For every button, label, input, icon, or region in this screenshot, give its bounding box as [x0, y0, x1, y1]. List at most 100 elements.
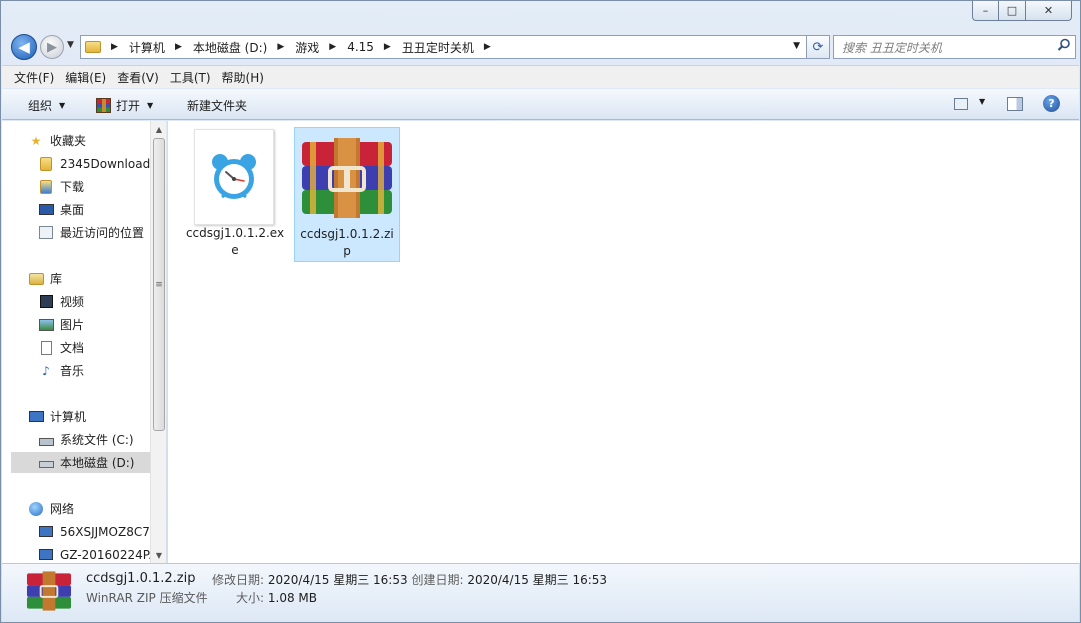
address-bar[interactable]: ▶ 计算机 ▶ 本地磁盘 (D:) ▶ 游戏 ▶ 4.15 ▶ 丑丑定时关机 ▶…	[80, 35, 807, 59]
scroll-up-arrow[interactable]: ▲	[151, 121, 166, 137]
menu-view[interactable]: 查看(V)	[112, 69, 164, 86]
preview-pane-icon[interactable]	[1007, 97, 1023, 111]
new-folder-label: 新建文件夹	[187, 99, 248, 113]
minimize-button[interactable]: –	[972, 1, 999, 21]
sidebar-item-music[interactable]: ♪ 音乐	[38, 360, 166, 381]
menu-edit[interactable]: 编辑(E)	[60, 69, 111, 86]
search-placeholder: 搜索 丑丑定时关机	[842, 40, 942, 55]
file-thumbnail	[300, 130, 394, 226]
forward-button[interactable]: ▶	[40, 35, 64, 59]
sidebar-item-2345downloads[interactable]: 2345Downloads	[38, 153, 166, 174]
nav-pane-scrollbar[interactable]: ▲ ≡ ▼	[150, 121, 166, 563]
breadcrumb-separator[interactable]: ▶	[384, 42, 391, 52]
breadcrumb-current-folder[interactable]: 丑丑定时关机	[402, 39, 474, 56]
help-icon[interactable]: ?	[1043, 95, 1060, 112]
sidebar-libraries[interactable]: 库	[28, 268, 166, 289]
breadcrumb-computer[interactable]: 计算机	[129, 39, 165, 56]
network-icon	[28, 501, 44, 516]
scroll-thumb[interactable]: ≡	[153, 138, 165, 431]
chevron-down-icon: ▼	[59, 101, 66, 110]
sidebar-item-label: 系统文件 (C:)	[60, 433, 134, 447]
details-size: 大小: 1.08 MB	[236, 589, 317, 606]
search-icon[interactable]	[1057, 38, 1071, 56]
sidebar-item-label: 图片	[60, 318, 85, 332]
menu-help[interactable]: 帮助(H)	[217, 69, 269, 86]
sidebar-computer[interactable]: 计算机	[28, 406, 166, 427]
maximize-button[interactable]: □	[999, 1, 1026, 21]
search-input[interactable]: 搜索 丑丑定时关机	[833, 35, 1076, 59]
menu-file[interactable]: 文件(F)	[9, 69, 59, 86]
chevron-down-icon: ▼	[979, 97, 986, 106]
size-value: 1.08 MB	[267, 591, 317, 605]
alarm-clock-icon	[212, 154, 256, 199]
breadcrumb-separator[interactable]: ▶	[175, 42, 182, 52]
chevron-down-icon: ▼	[147, 101, 154, 110]
sidebar-item-label: 本地磁盘 (D:)	[60, 456, 135, 470]
open-button[interactable]: 打开 ▼	[96, 97, 153, 114]
sidebar-item-label: 桌面	[60, 203, 85, 217]
winrar-archive-icon	[26, 571, 72, 611]
change-view-icon[interactable]	[954, 98, 968, 110]
sidebar-item-videos[interactable]: 视频	[38, 291, 166, 312]
breadcrumb-separator[interactable]: ▶	[277, 42, 284, 52]
organize-label: 组织	[28, 99, 53, 113]
details-pane: ccdsgj1.0.1.2.zip WinRAR ZIP 压缩文件 修改日期: …	[2, 563, 1079, 622]
sidebar-item-network-computer[interactable]: 56XSJJMOZ8C7	[38, 521, 166, 542]
sidebar-item-downloads[interactable]: 下载	[38, 176, 166, 197]
downloads-folder-icon	[38, 179, 54, 194]
recent-pages-dropdown[interactable]: ▼	[67, 40, 74, 50]
new-folder-button[interactable]: 新建文件夹	[187, 97, 247, 114]
folder-icon	[85, 41, 101, 53]
sidebar-network-label: 网络	[50, 502, 75, 516]
breadcrumb-games[interactable]: 游戏	[295, 39, 319, 56]
close-button[interactable]: ✕	[1026, 1, 1072, 21]
sidebar-item-drive-d[interactable]: 本地磁盘 (D:)	[11, 452, 150, 473]
scroll-grip-icon: ≡	[155, 279, 163, 290]
recent-places-icon	[38, 226, 54, 240]
breadcrumb-separator[interactable]: ▶	[329, 42, 336, 52]
details-dates: 修改日期: 2020/4/15 星期三 16:53 创建日期: 2020/4/1…	[212, 571, 607, 588]
modified-value: 2020/4/15 星期三 16:53	[267, 573, 408, 587]
breadcrumb-drive-d[interactable]: 本地磁盘 (D:)	[193, 39, 267, 56]
file-thumbnail	[194, 129, 274, 225]
sidebar-item-label: 最近访问的位置	[60, 226, 145, 240]
sidebar-item-label: 视频	[60, 295, 85, 309]
menu-tools[interactable]: 工具(T)	[165, 69, 216, 86]
view-options-dropdown[interactable]: ▼	[972, 97, 985, 106]
sidebar-item-desktop[interactable]: 桌面	[38, 199, 166, 220]
refresh-button[interactable]: ⟳	[807, 35, 830, 59]
breadcrumb-4-15[interactable]: 4.15	[347, 40, 374, 54]
back-button[interactable]: ◀	[11, 34, 37, 60]
file-list-area[interactable]: ccdsgj1.0.1.2.exe ccdsgj1.0.1.2.zip	[167, 121, 1080, 563]
file-item-exe[interactable]: ccdsgj1.0.1.2.exe	[182, 127, 288, 262]
file-name: ccdsgj1.0.1.2.zip	[300, 227, 394, 258]
sidebar-item-drive-c[interactable]: 系统文件 (C:)	[38, 429, 166, 450]
winrar-icon	[96, 98, 111, 113]
sidebar-favorites-label: 收藏夹	[50, 134, 87, 148]
sidebar-item-network-computer[interactable]: GZ-20160224PA	[38, 544, 166, 563]
created-value: 2020/4/15 星期三 16:53	[467, 573, 608, 587]
picture-icon	[38, 318, 54, 332]
explorer-window: – □ ✕ ◀ ▶ ▼ ▶ 计算机 ▶ 本地磁盘 (D:) ▶ 游戏 ▶ 4.1…	[0, 0, 1081, 623]
sidebar-item-recent-places[interactable]: 最近访问的位置	[38, 222, 166, 243]
sidebar-item-label: 音乐	[60, 364, 85, 378]
file-item-zip[interactable]: ccdsgj1.0.1.2.zip	[294, 127, 400, 262]
organize-button[interactable]: 组织 ▼	[28, 97, 65, 114]
breadcrumb-separator[interactable]: ▶	[484, 42, 491, 52]
computer-icon	[38, 548, 54, 562]
sidebar-item-documents[interactable]: 文档	[38, 337, 166, 358]
navigation-row: ◀ ▶ ▼ ▶ 计算机 ▶ 本地磁盘 (D:) ▶ 游戏 ▶ 4.15 ▶ 丑丑…	[11, 32, 1076, 60]
sidebar-item-pictures[interactable]: 图片	[38, 314, 166, 335]
sidebar-network[interactable]: 网络	[28, 498, 166, 519]
breadcrumb-separator[interactable]: ▶	[111, 42, 118, 52]
address-history-dropdown[interactable]: ▼	[793, 41, 800, 51]
sidebar-favorites[interactable]: ★ 收藏夹	[28, 130, 166, 151]
scroll-down-arrow[interactable]: ▼	[151, 547, 166, 563]
size-label: 大小:	[236, 591, 265, 605]
created-label: 创建日期:	[411, 573, 464, 587]
winrar-archive-icon	[302, 138, 392, 218]
document-icon	[38, 340, 54, 355]
drive-icon	[38, 456, 54, 470]
sidebar-item-label: 56XSJJMOZ8C7	[60, 524, 150, 539]
caption-buttons: – □ ✕	[972, 1, 1072, 21]
